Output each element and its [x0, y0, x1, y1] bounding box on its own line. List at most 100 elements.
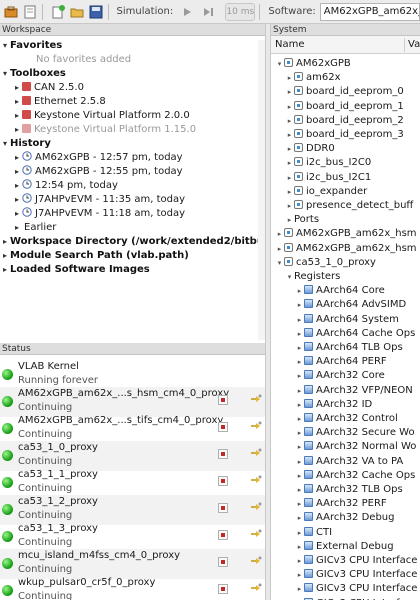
system-tree-node[interactable]: ▸ AArch64 PERF — [295, 355, 387, 369]
step-icon[interactable] — [201, 3, 217, 21]
history-item[interactable]: ▸ AM62xGPB - 12:57 pm, today — [12, 151, 183, 165]
chevron-right-icon[interactable]: ▸ — [0, 235, 10, 249]
chevron-right-icon[interactable]: ▸ — [0, 249, 10, 263]
chevron-right-icon[interactable]: ▸ — [295, 341, 304, 355]
chevron-right-icon[interactable]: ▸ — [12, 221, 22, 235]
chevron-down-icon[interactable]: ▾ — [0, 39, 10, 53]
save-icon[interactable] — [88, 3, 104, 21]
system-tree-node[interactable]: ▸ board_id_eeprom_1 — [285, 100, 404, 114]
system-tree-node[interactable]: ▸ AArch32 Secure Wo — [295, 426, 415, 440]
system-tree-node[interactable]: ▸ AM62xGPB_am62x_hsm — [275, 227, 417, 241]
chevron-right-icon[interactable]: ▸ — [12, 81, 22, 95]
system-tree-node[interactable]: ▸ i2c_bus_I2C1 — [285, 171, 371, 185]
system-tree-node[interactable]: ▸ AArch32 PERF — [295, 497, 387, 511]
system-tree-node[interactable]: ▸ io_expander — [285, 185, 367, 199]
chevron-right-icon[interactable]: ▸ — [295, 384, 304, 398]
status-item[interactable]: AM62xGPB_am62x_...s_hsm_cm4_0_proxy Conti… — [0, 387, 265, 417]
attach-debugger-icon[interactable] — [250, 420, 262, 432]
system-tree-node[interactable]: ▸ DDR0 — [285, 142, 335, 156]
system-tree-node[interactable]: ▸ AArch32 VFP/NEON — [295, 384, 413, 398]
chevron-right-icon[interactable]: ▸ — [295, 284, 304, 298]
chevron-right-icon[interactable]: ▸ — [295, 355, 304, 369]
chevron-right-icon[interactable]: ▸ — [295, 483, 304, 497]
system-tree-node[interactable]: ▸ AArch32 Normal Wo — [295, 440, 416, 454]
chevron-right-icon[interactable]: ▸ — [295, 554, 304, 568]
chevron-right-icon[interactable]: ▸ — [295, 597, 304, 600]
chevron-right-icon[interactable]: ▸ — [285, 199, 294, 213]
module-search-path-section[interactable]: ▸ Module Search Path (vlab.path) — [0, 249, 189, 263]
history-section[interactable]: ▾ History — [0, 137, 51, 151]
system-tree-node[interactable]: ▸GICv3 CPU Interface — [295, 597, 417, 600]
document-icon[interactable] — [22, 3, 38, 21]
system-tree-node[interactable]: ▸GICv3 CPU Interface — [295, 568, 417, 582]
system-tree-node[interactable]: ▸ i2c_bus_I2C0 — [285, 156, 371, 170]
chevron-down-icon[interactable]: ▾ — [0, 67, 10, 81]
toolboxes-section[interactable]: ▾ Toolboxes — [0, 67, 66, 81]
chevron-right-icon[interactable]: ▸ — [295, 455, 304, 469]
chevron-right-icon[interactable]: ▸ — [12, 123, 22, 137]
software-select[interactable]: AM62xGPB_am62x_...hsm — [319, 2, 420, 21]
status-item[interactable]: VLAB Kernel Running forever — [0, 360, 265, 390]
chevron-right-icon[interactable]: ▸ — [295, 298, 304, 312]
chevron-right-icon[interactable]: ▸ — [295, 426, 304, 440]
history-item[interactable]: ▸ J7AHPvEVM - 11:35 am, today — [12, 193, 185, 207]
chevron-right-icon[interactable]: ▸ — [12, 165, 22, 179]
toolbox-item[interactable]: ▸ Keystone Virtual Platform 1.15.0 — [12, 123, 196, 137]
history-item[interactable]: ▸ J7AHPvEVM - 11:18 am, today — [12, 207, 185, 221]
chevron-right-icon[interactable]: ▸ — [12, 151, 22, 165]
system-tree-node[interactable]: ▸ AArch64 System — [295, 313, 399, 327]
status-item[interactable]: ca53_1_2_proxy Continuing — [0, 495, 265, 525]
chevron-right-icon[interactable]: ▸ — [285, 128, 294, 142]
toolbox-item[interactable]: ▸ CAN 2.5.0 — [12, 81, 84, 95]
status-item[interactable]: wkup_pulsar0_cr5f_0_proxy Continuing — [0, 576, 265, 600]
chevron-right-icon[interactable]: ▸ — [12, 193, 22, 207]
system-tree-node[interactable]: ▸ AM62xGPB_am62x_hsm — [275, 242, 417, 256]
attach-debugger-icon[interactable] — [250, 555, 262, 567]
chevron-right-icon[interactable]: ▸ — [12, 109, 22, 123]
system-tree-node[interactable]: ▸ AArch32 Debug — [295, 511, 394, 525]
chevron-right-icon[interactable]: ▸ — [275, 242, 284, 256]
attach-debugger-icon[interactable] — [250, 582, 262, 594]
chevron-right-icon[interactable]: ▸ — [285, 142, 294, 156]
chevron-right-icon[interactable]: ▸ — [285, 100, 294, 114]
system-tree-node[interactable]: ▸ AArch32 Core — [295, 369, 385, 383]
chevron-right-icon[interactable]: ▸ — [12, 207, 22, 221]
chevron-right-icon[interactable]: ▸ — [285, 171, 294, 185]
toolbox-item[interactable]: ▸ Ethernet 2.5.8 — [12, 95, 106, 109]
name-column-header[interactable]: Name — [275, 39, 305, 50]
chevron-right-icon[interactable]: ▸ — [295, 412, 304, 426]
system-tree-node[interactable]: ▸ AArch64 Cache Ops — [295, 327, 415, 341]
value-column-header[interactable]: Va — [408, 39, 420, 50]
system-tree-node[interactable]: ▾ AM62xGPB — [275, 57, 351, 71]
attach-debugger-icon[interactable] — [250, 393, 262, 405]
system-tree-node[interactable]: ▸ am62x — [285, 71, 341, 85]
attach-debugger-icon[interactable] — [250, 447, 262, 459]
system-tree-node[interactable]: ▸ Ports — [285, 213, 319, 227]
attach-debugger-icon[interactable] — [250, 474, 262, 486]
system-tree-node[interactable]: ▸ AArch32 Control — [295, 412, 398, 426]
stop-icon[interactable] — [218, 395, 228, 405]
chevron-right-icon[interactable]: ▸ — [295, 497, 304, 511]
system-tree-node[interactable]: ▸GICv3 CPU Interface — [295, 554, 417, 568]
chevron-right-icon[interactable]: ▸ — [295, 526, 304, 540]
system-tree-node[interactable]: ▸ board_id_eeprom_0 — [285, 85, 404, 99]
status-item[interactable]: ca53_1_3_proxy Continuing — [0, 522, 265, 552]
chevron-right-icon[interactable]: ▸ — [285, 185, 294, 199]
system-tree-node[interactable]: ▸ presence_detect_buff — [285, 199, 413, 213]
toolbox-item[interactable]: ▸ Keystone Virtual Platform 2.0.0 — [12, 109, 190, 123]
chevron-right-icon[interactable]: ▸ — [285, 71, 294, 85]
system-tree-node[interactable]: ▸ AArch32 TLB Ops — [295, 483, 403, 497]
open-folder-icon[interactable] — [69, 3, 85, 21]
workspace-scrollbar[interactable] — [258, 40, 265, 340]
time-step-field[interactable]: 10 ms — [225, 2, 256, 21]
chevron-right-icon[interactable]: ▸ — [295, 582, 304, 596]
chevron-down-icon[interactable]: ▾ — [275, 57, 284, 71]
system-tree-node[interactable]: ▾ Registers — [285, 270, 341, 284]
chevron-right-icon[interactable]: ▸ — [0, 263, 10, 277]
system-tree-node[interactable]: ▸ AArch32 Cache Ops — [295, 469, 415, 483]
chevron-right-icon[interactable]: ▸ — [295, 327, 304, 341]
stop-icon[interactable] — [218, 476, 228, 486]
stop-icon[interactable] — [218, 503, 228, 513]
system-tree-node[interactable]: ▸GICv3 CPU Interface — [295, 582, 417, 596]
system-tree-node[interactable]: ▸ External Debug — [295, 540, 394, 554]
